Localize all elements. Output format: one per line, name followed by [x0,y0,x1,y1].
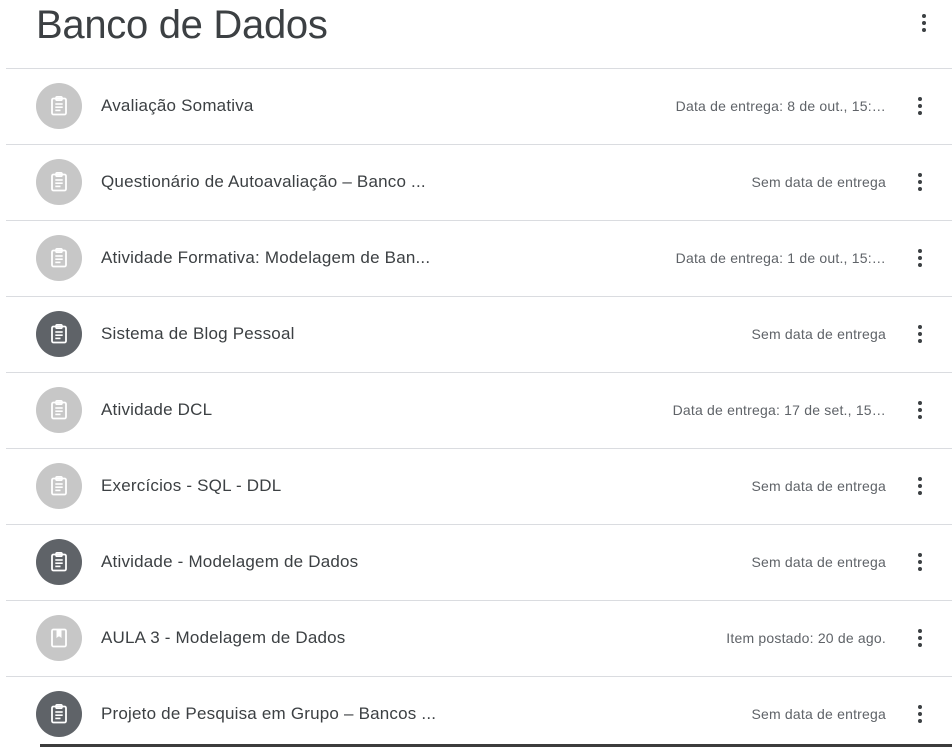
classwork-page: Banco de Dados Avaliação Somativa Data d… [0,0,952,747]
item-due-date: Sem data de entrega [751,174,886,190]
more-vert-icon [908,473,932,499]
item-more-button[interactable] [908,245,932,271]
more-vert-icon [908,321,932,347]
topic-header: Banco de Dados [6,0,952,69]
item-title: Exercícios - SQL - DDL [101,476,282,495]
more-vert-icon [908,625,932,651]
assignment-icon [36,539,82,585]
item-more-button[interactable] [908,549,932,575]
item-due-date: Sem data de entrega [751,554,886,570]
more-vert-icon [912,10,936,36]
classwork-item[interactable]: Sistema de Blog Pessoal Sem data de entr… [6,297,952,373]
item-title: Atividade DCL [101,400,213,419]
item-due-date: Data de entrega: 8 de out., 15:… [675,98,886,114]
item-due-date: Sem data de entrega [751,478,886,494]
more-vert-icon [908,549,932,575]
item-title: AULA 3 - Modelagem de Dados [101,628,346,647]
item-due-date: Data de entrega: 1 de out., 15:… [675,250,886,266]
item-more-button[interactable] [908,93,932,119]
classwork-item[interactable]: Atividade - Modelagem de Dados Sem data … [6,525,952,601]
assignment-icon [36,83,82,129]
assignment-icon [36,387,82,433]
more-vert-icon [908,245,932,271]
more-vert-icon [908,701,932,727]
item-title: Sistema de Blog Pessoal [101,324,295,343]
item-more-button[interactable] [908,169,932,195]
item-more-button[interactable] [908,473,932,499]
classwork-item[interactable]: Avaliação Somativa Data de entrega: 8 de… [6,69,952,145]
item-title: Questionário de Autoavaliação – Banco ..… [101,172,426,191]
item-more-button[interactable] [908,321,932,347]
more-vert-icon [908,397,932,423]
item-title: Atividade - Modelagem de Dados [101,552,359,571]
item-title: Avaliação Somativa [101,96,254,115]
item-more-button[interactable] [908,397,932,423]
item-title: Atividade Formativa: Modelagem de Ban... [101,248,431,267]
classwork-item[interactable]: Exercícios - SQL - DDL Sem data de entre… [6,449,952,525]
assignment-icon [36,311,82,357]
classwork-list: Avaliação Somativa Data de entrega: 8 de… [6,69,952,747]
item-more-button[interactable] [908,701,932,727]
item-due-date: Data de entrega: 17 de set., 15… [672,402,886,418]
topic-title: Banco de Dados [36,3,328,47]
assignment-icon [36,463,82,509]
classwork-item[interactable]: Questionário de Autoavaliação – Banco ..… [6,145,952,221]
item-due-date: Sem data de entrega [751,326,886,342]
classwork-item[interactable]: Projeto de Pesquisa em Grupo – Bancos ..… [6,677,952,747]
assignment-icon [36,691,82,737]
item-due-date: Sem data de entrega [751,706,886,722]
classwork-item[interactable]: AULA 3 - Modelagem de Dados Item postado… [6,601,952,677]
item-due-date: Item postado: 20 de ago. [726,630,886,646]
more-vert-icon [908,93,932,119]
item-more-button[interactable] [908,625,932,651]
more-vert-icon [908,169,932,195]
classwork-item[interactable]: Atividade Formativa: Modelagem de Ban...… [6,221,952,297]
topic-more-button[interactable] [912,10,936,36]
assignment-icon [36,159,82,205]
assignment-icon [36,235,82,281]
item-title: Projeto de Pesquisa em Grupo – Bancos ..… [101,704,437,723]
classwork-item[interactable]: Atividade DCL Data de entrega: 17 de set… [6,373,952,449]
material-icon [36,615,82,661]
